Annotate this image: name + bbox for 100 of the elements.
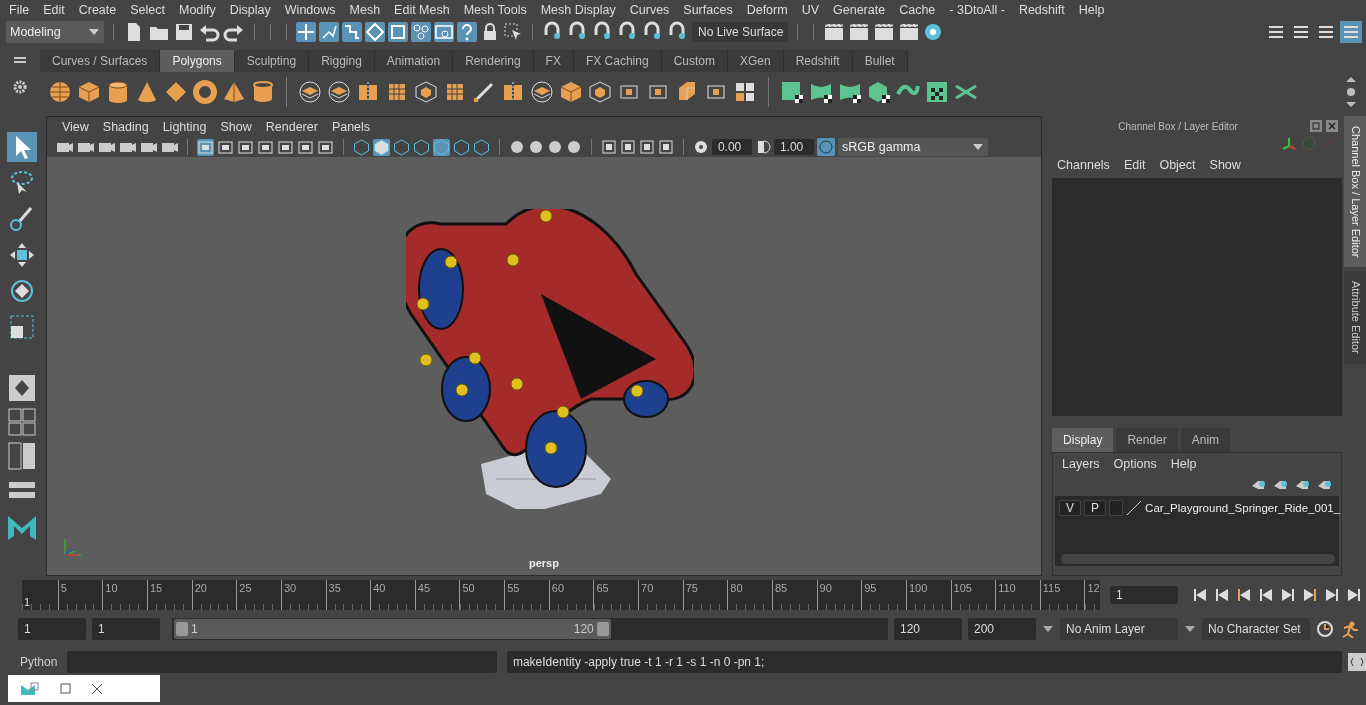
- menu-item[interactable]: Mesh: [342, 0, 388, 20]
- cube-icon[interactable]: [559, 80, 583, 104]
- single-view-layout-icon[interactable]: [7, 374, 36, 402]
- playback-start-field[interactable]: 1: [92, 618, 160, 640]
- shelf-tab[interactable]: Sculpting: [234, 50, 310, 72]
- mode-dropdown[interactable]: Modeling: [6, 21, 104, 43]
- slider-handle-icon[interactable]: [596, 622, 609, 636]
- command-language-label[interactable]: Python: [20, 653, 58, 671]
- caret-icon[interactable]: [971, 142, 984, 152]
- panel-menu-item[interactable]: Renderer: [258, 118, 325, 137]
- shelf-tab[interactable]: Bullet: [852, 50, 908, 72]
- settings-icon[interactable]: [13, 80, 27, 94]
- step-back-key-icon[interactable]: [1214, 587, 1230, 603]
- checker-square-icon[interactable]: [780, 80, 804, 104]
- close-icon[interactable]: [91, 682, 103, 695]
- gamma-field[interactable]: 1.00: [773, 139, 814, 155]
- slider-handle-icon[interactable]: [176, 622, 188, 636]
- shelf-tab[interactable]: FX: [533, 50, 574, 72]
- cube-in-cube-icon[interactable]: [414, 80, 438, 104]
- exposure-field[interactable]: 0.00: [711, 139, 752, 155]
- menu-item[interactable]: Mesh Tools: [456, 0, 534, 20]
- timeline-ruler[interactable]: 1 5 10 15 20 25 30 35 40 45 50 55 60 65 70 75 80 85 90 95 100 105 110 115 12: [22, 580, 1100, 610]
- exposure-icon[interactable]: [692, 139, 709, 155]
- step-forward-frame-icon[interactable]: [1302, 587, 1318, 603]
- command-input-field[interactable]: [67, 651, 497, 673]
- shelf-tab[interactable]: Redshift: [783, 50, 853, 72]
- side-by-side-layout-icon[interactable]: [7, 442, 36, 470]
- layer-tab[interactable]: Anim: [1180, 428, 1231, 452]
- dots-icon[interactable]: [411, 22, 431, 42]
- menu-item[interactable]: Edit: [36, 0, 72, 20]
- layer-color-swatch[interactable]: [1109, 500, 1124, 517]
- layer-menu-item[interactable]: Options: [1106, 455, 1164, 474]
- four-squares-icon[interactable]: [733, 80, 757, 104]
- menu-item[interactable]: Create: [71, 0, 124, 20]
- cursor-select-icon[interactable]: [503, 22, 523, 42]
- end-frame-field[interactable]: 200: [968, 618, 1036, 640]
- checkerboard-icon[interactable]: [925, 80, 949, 104]
- menu-item[interactable]: UV: [794, 0, 827, 20]
- knife-icon[interactable]: [472, 80, 496, 104]
- color-space-dropdown[interactable]: sRGB gamma: [837, 138, 988, 156]
- color-management-toggle-icon[interactable]: [816, 138, 835, 156]
- side-tab[interactable]: Attribute Editor: [1344, 271, 1366, 365]
- layered-plane-icon[interactable]: [298, 80, 322, 104]
- play-backwards-icon[interactable]: [1258, 587, 1274, 603]
- play-forwards-icon[interactable]: [1280, 587, 1296, 603]
- shelf-tab[interactable]: FX Caching: [573, 50, 662, 72]
- menu-icon[interactable]: [14, 56, 26, 64]
- pipe-icon[interactable]: [251, 80, 275, 104]
- step-back-frame-icon[interactable]: [1236, 587, 1252, 603]
- maximize-icon[interactable]: [60, 683, 71, 694]
- pyramid-icon[interactable]: [222, 80, 246, 104]
- visibility-toggle[interactable]: V: [1059, 500, 1082, 517]
- menu-item[interactable]: Surfaces: [676, 0, 740, 20]
- shelf-tab[interactable]: XGen: [727, 50, 784, 72]
- layer-menu-item[interactable]: Help: [1163, 455, 1204, 474]
- go-to-start-icon[interactable]: [1192, 587, 1208, 603]
- menu-item[interactable]: Deform: [739, 0, 795, 20]
- menu-item[interactable]: Edit Mesh: [387, 0, 457, 20]
- caret-icon[interactable]: [1184, 624, 1196, 634]
- shelf-tab[interactable]: Rendering: [453, 50, 534, 72]
- layered-plane-icon[interactable]: [530, 80, 554, 104]
- go-to-end-icon[interactable]: [1346, 587, 1362, 603]
- panel-menu-item[interactable]: Show: [213, 118, 259, 137]
- current-frame-field[interactable]: 1: [1110, 586, 1178, 604]
- panel-menu-item[interactable]: Lighting: [155, 118, 214, 137]
- menu-item[interactable]: File: [2, 0, 37, 20]
- menu-item[interactable]: Display: [222, 0, 278, 20]
- menu-item[interactable]: Generate: [826, 0, 893, 20]
- channel-menu-item[interactable]: Object: [1152, 155, 1203, 175]
- layer-slash-icon[interactable]: [1126, 500, 1143, 517]
- side-tab[interactable]: Channel Box / Layer Editor: [1344, 116, 1366, 268]
- app-window-icon[interactable]: [20, 680, 40, 697]
- save-icon[interactable]: [173, 21, 195, 43]
- auto-key-icon[interactable]: [1316, 620, 1334, 638]
- running-figure-icon[interactable]: [1340, 620, 1358, 638]
- hypershade-icon[interactable]: [923, 22, 943, 42]
- menu-item[interactable]: Select: [123, 0, 172, 20]
- layer-tab[interactable]: Render: [1116, 428, 1178, 452]
- wireframe-cube-icon[interactable]: [352, 138, 370, 156]
- shelf-tab[interactable]: Animation: [374, 50, 454, 72]
- layer-tab[interactable]: Display: [1052, 428, 1114, 452]
- cube-in-cube-icon[interactable]: [588, 80, 612, 104]
- panel-menu-item[interactable]: View: [54, 118, 96, 137]
- script-editor-icon[interactable]: [1348, 653, 1366, 671]
- horizontal-scrollbar[interactable]: [1061, 553, 1336, 564]
- menu-item[interactable]: - 3DtoAll -: [942, 0, 1012, 20]
- menu-item[interactable]: Windows: [277, 0, 343, 20]
- panel-menu-item[interactable]: Panels: [324, 118, 378, 137]
- playback-toggle[interactable]: P: [1084, 500, 1107, 517]
- move-icon[interactable]: [296, 22, 316, 42]
- character-set-field[interactable]: No Character Set: [1202, 618, 1310, 640]
- diamond-icon[interactable]: [365, 22, 385, 42]
- torus-icon[interactable]: [193, 80, 217, 104]
- caret-icon[interactable]: [88, 27, 100, 37]
- layer-name[interactable]: Car_Playground_Springer_Ride_001_: [1145, 499, 1341, 517]
- path-icon[interactable]: [342, 22, 362, 42]
- menu-item[interactable]: Curves: [622, 0, 677, 20]
- shelf-tab[interactable]: Curves / Surfaces: [40, 50, 161, 72]
- scroll-arrows-icon[interactable]: [1344, 76, 1358, 108]
- live-surface-field[interactable]: No Live Surface: [692, 22, 788, 42]
